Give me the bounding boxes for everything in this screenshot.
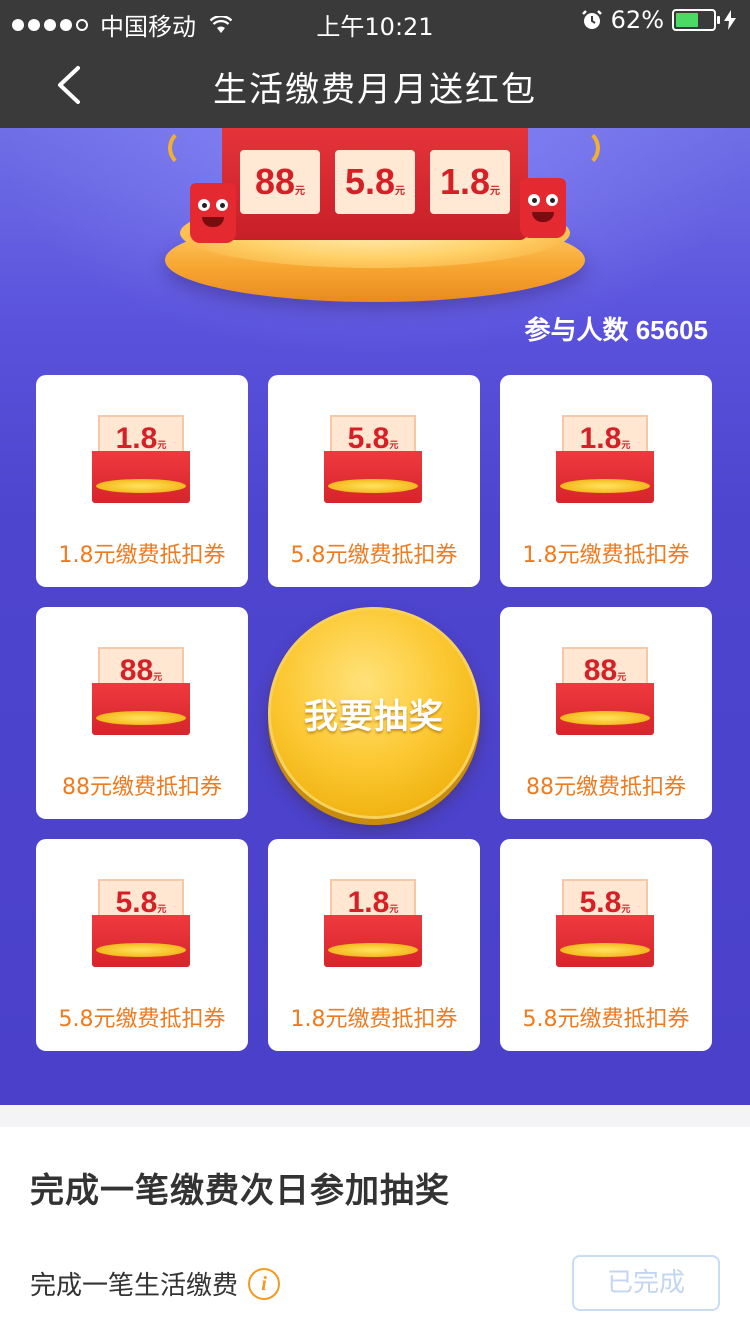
prize-cell: 1.8元 1.8元缴费抵扣券 <box>36 375 248 587</box>
alarm-icon <box>581 10 602 29</box>
lottery-hero: 88元 5.8元 1.8元 参与人数 65605 1.8元 1.8元缴费抵扣券 … <box>0 128 750 1105</box>
task-item: 完成一笔生活缴费 i <box>30 1265 281 1302</box>
prize-board: 88元 5.8元 1.8元 <box>222 128 528 240</box>
status-bar: 中国移动 上午10:21 62% <box>0 0 750 42</box>
prize-label: 88元缴费抵扣券 <box>62 775 222 800</box>
task-title: 完成一笔缴费次日参加抽奖 <box>30 1171 450 1211</box>
nav-bar: 生活缴费月月送红包 <box>0 42 750 128</box>
decor-arc <box>168 128 208 168</box>
prize-cell: 5.8元 5.8元缴费抵扣券 <box>36 839 248 1051</box>
prize-label: 88元缴费抵扣券 <box>526 775 686 800</box>
task-item-label: 完成一笔生活缴费 <box>30 1271 239 1301</box>
red-envelope-icon: 1.8元 <box>92 415 190 503</box>
prize-label: 1.8元缴费抵扣券 <box>522 543 690 568</box>
draw-lottery-button[interactable]: 我要抽奖 <box>268 607 480 819</box>
prize-grid: 1.8元 1.8元缴费抵扣券 5.8元 5.8元缴费抵扣券 1.8元 1.8元缴… <box>36 375 712 1051</box>
prize-label: 1.8元缴费抵扣券 <box>58 543 226 568</box>
prize-label: 1.8元缴费抵扣券 <box>290 1007 458 1032</box>
prize-label: 5.8元缴费抵扣券 <box>522 1007 690 1032</box>
task-completed-button[interactable]: 已完成 <box>572 1255 720 1311</box>
info-icon[interactable]: i <box>248 1267 281 1300</box>
prize-label: 5.8元缴费抵扣券 <box>58 1007 226 1032</box>
battery-icon <box>672 9 720 31</box>
prize-tile: 5.8元 <box>335 150 415 214</box>
red-envelope-icon: 5.8元 <box>324 415 422 503</box>
red-envelope-icon: 88元 <box>92 647 190 735</box>
prize-tile: 88元 <box>240 150 320 214</box>
prize-cell: 88元 88元缴费抵扣券 <box>500 607 712 819</box>
charging-icon <box>724 10 736 30</box>
red-envelope-icon: 88元 <box>556 647 654 735</box>
participant-count: 参与人数 65605 <box>524 315 708 345</box>
red-envelope-mascot <box>520 178 566 238</box>
status-right: 62% <box>581 6 736 34</box>
battery-percent: 62% <box>610 6 664 34</box>
prize-tile: 1.8元 <box>430 150 510 214</box>
battery-fill <box>676 13 699 27</box>
prize-cell: 88元 88元缴费抵扣券 <box>36 607 248 819</box>
prize-cell: 1.8元 1.8元缴费抵扣券 <box>268 839 480 1051</box>
prize-cell: 5.8元 5.8元缴费抵扣券 <box>268 375 480 587</box>
decor-arc <box>560 128 600 168</box>
red-envelope-mascot <box>190 183 236 243</box>
page-title: 生活缴费月月送红包 <box>213 70 537 110</box>
prize-cell: 5.8元 5.8元缴费抵扣券 <box>500 839 712 1051</box>
top-bar: 中国移动 上午10:21 62% 生活缴费月月送红包 <box>0 0 750 128</box>
prize-cell: 1.8元 1.8元缴费抵扣券 <box>500 375 712 587</box>
red-envelope-icon: 5.8元 <box>92 879 190 967</box>
prize-label: 5.8元缴费抵扣券 <box>290 543 458 568</box>
red-envelope-icon: 1.8元 <box>324 879 422 967</box>
red-envelope-icon: 1.8元 <box>556 415 654 503</box>
draw-lottery-label: 我要抽奖 <box>304 696 444 737</box>
red-envelope-icon: 5.8元 <box>556 879 654 967</box>
task-section: 完成一笔缴费次日参加抽奖 完成一笔生活缴费 i 已完成 <box>0 1127 750 1334</box>
